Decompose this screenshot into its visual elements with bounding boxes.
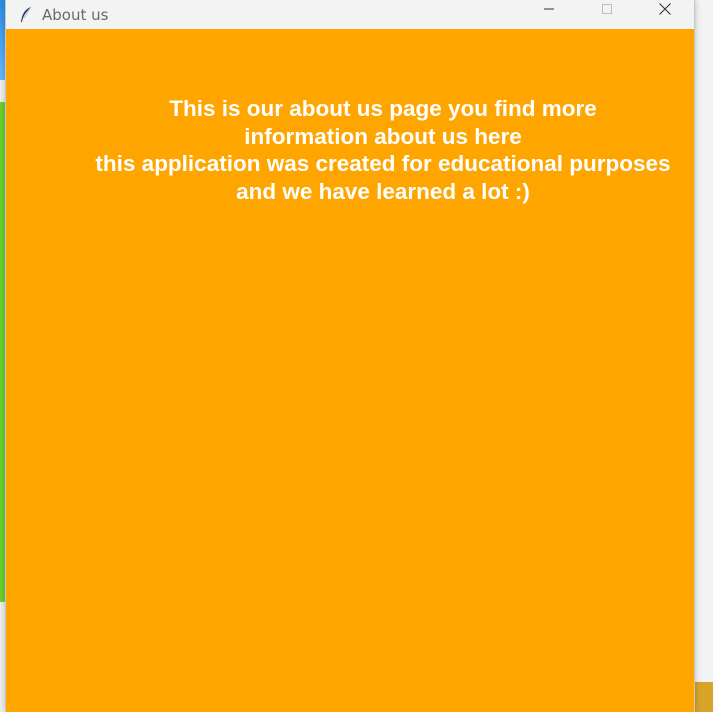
window-content: This is our about us page you find more … [6,29,694,712]
close-button[interactable] [636,0,694,22]
desktop: About us This is our about us page you f… [0,0,713,712]
about-us-message: This is our about us page you find more … [68,95,698,205]
about-line: and we have learned a lot :) [236,178,530,204]
window-title: About us [42,5,109,24]
about-us-window: About us This is our about us page you f… [5,0,695,712]
minimize-button[interactable] [520,0,578,22]
minimize-icon [543,2,555,20]
window-titlebar[interactable]: About us [6,0,694,29]
maximize-button[interactable] [578,0,636,22]
about-line: information about us here [244,123,522,149]
feather-icon [18,6,34,24]
background-taskbar-corner [693,682,713,712]
about-line: This is our about us page you find more [169,96,597,121]
maximize-icon [601,2,613,20]
about-line: this application was created for educati… [95,151,671,176]
close-icon [658,2,672,21]
window-controls [520,0,694,22]
